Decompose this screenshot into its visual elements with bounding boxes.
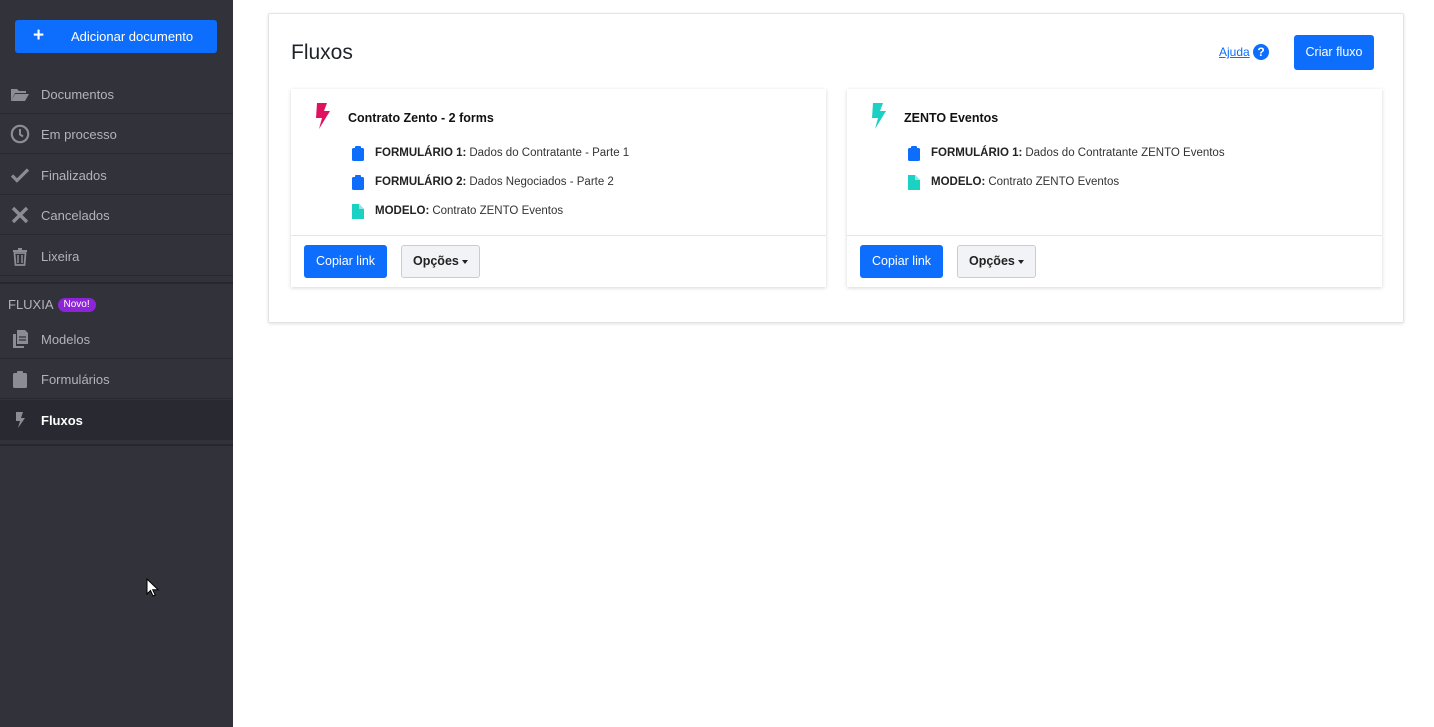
clock-icon [10,124,30,144]
sidebar-divider [0,444,233,446]
new-badge: Novo! [57,297,96,312]
help-link[interactable]: Ajuda [1219,45,1250,59]
clipboard-icon [10,369,30,389]
sidebar-item-finalizados[interactable]: Finalizados [0,155,233,195]
flow-item-name: Contrato ZENTO Eventos [432,205,564,217]
card-footer: Copiar link Opções [847,235,1382,287]
options-dropdown-button[interactable]: Opções [957,245,1036,278]
card-footer: Copiar link Opções [291,235,826,287]
sidebar-item-documentos[interactable]: Documentos [0,74,233,114]
options-label: Opções [413,254,459,268]
clipboard-icon [352,145,364,161]
options-dropdown-button[interactable]: Opções [401,245,480,278]
bolt-icon [870,102,888,130]
flow-item-kind: FORMULÁRIO 1: [931,147,1023,159]
caret-down-icon [1017,259,1024,264]
mouse-cursor-icon [146,578,159,597]
sidebar-item-lixeira[interactable]: Lixeira [0,236,233,276]
sidebar-item-fluxos[interactable]: Fluxos [0,400,233,440]
sidebar-item-label: Cancelados [41,208,110,223]
sidebar-item-modelos[interactable]: Modelos [0,319,233,359]
page-title: Fluxos [291,41,353,64]
fluxia-label: FLUXIA [8,297,54,312]
flow-item-form: FORMULÁRIO 1: Dados do Contratante ZENTO… [908,144,1225,162]
add-document-label: Adicionar documento [71,29,194,44]
flow-item-kind: FORMULÁRIO 2: [375,176,467,188]
flow-item-name: Contrato ZENTO Eventos [988,176,1120,188]
copy-link-button[interactable]: Copiar link [304,245,388,278]
flows-panel: Fluxos Ajuda ? Criar fluxo Contrato Zent… [268,13,1404,323]
flow-card: Contrato Zento - 2 forms FORMULÁRIO 1: D… [291,89,826,287]
plus-icon: + [33,25,45,46]
trash-icon [10,246,30,266]
flow-item-kind: MODELO: [375,205,430,217]
options-label: Opções [969,254,1015,268]
folder-open-icon [10,84,30,104]
sidebar-item-em-processo[interactable]: Em processo [0,114,233,154]
flow-item-model: MODELO: Contrato ZENTO Eventos [352,202,563,220]
caret-down-icon [461,259,468,264]
sidebar-item-label: Em processo [41,127,117,142]
sidebar-item-label: Fluxos [41,413,83,428]
sidebar-item-label: Lixeira [41,249,80,264]
flow-item-name: Dados do Contratante - Parte 1 [469,147,630,159]
file-icon [908,174,920,190]
flow-item-kind: MODELO: [931,176,986,188]
sidebar-item-label: Finalizados [41,168,107,183]
file-icon [352,203,364,219]
sidebar: + Adicionar documento Documentos Em proc… [0,0,233,727]
create-flow-button[interactable]: Criar fluxo [1294,35,1374,70]
flow-item-name: Dados Negociados - Parte 2 [469,176,614,188]
question-circle-icon[interactable]: ? [1253,44,1269,60]
sidebar-divider [0,282,233,284]
flow-name: Contrato Zento - 2 forms [348,111,494,125]
flow-item-form: FORMULÁRIO 2: Dados Negociados - Parte 2 [352,173,614,191]
flow-item-kind: FORMULÁRIO 1: [375,147,467,159]
fluxia-section-title: FLUXIA Novo! [8,297,96,312]
bolt-icon [10,410,30,430]
add-document-button[interactable]: + Adicionar documento [15,20,217,53]
flow-card: ZENTO Eventos FORMULÁRIO 1: Dados do Con… [847,89,1382,287]
sidebar-item-formularios[interactable]: Formulários [0,359,233,399]
check-icon [10,165,30,185]
flow-item-model: MODELO: Contrato ZENTO Eventos [908,173,1119,191]
clipboard-icon [908,145,920,161]
sidebar-item-label: Documentos [41,87,114,102]
bolt-icon [314,102,332,130]
copy-link-button[interactable]: Copiar link [860,245,944,278]
clipboard-icon [352,174,364,190]
flow-item-form: FORMULÁRIO 1: Dados do Contratante - Par… [352,144,629,162]
sidebar-item-cancelados[interactable]: Cancelados [0,195,233,235]
sidebar-item-label: Formulários [41,372,110,387]
copy-icon [10,329,30,349]
sidebar-item-label: Modelos [41,332,91,347]
x-icon [10,205,30,225]
flow-name: ZENTO Eventos [904,111,999,125]
flow-item-name: Dados do Contratante ZENTO Eventos [1025,147,1225,159]
